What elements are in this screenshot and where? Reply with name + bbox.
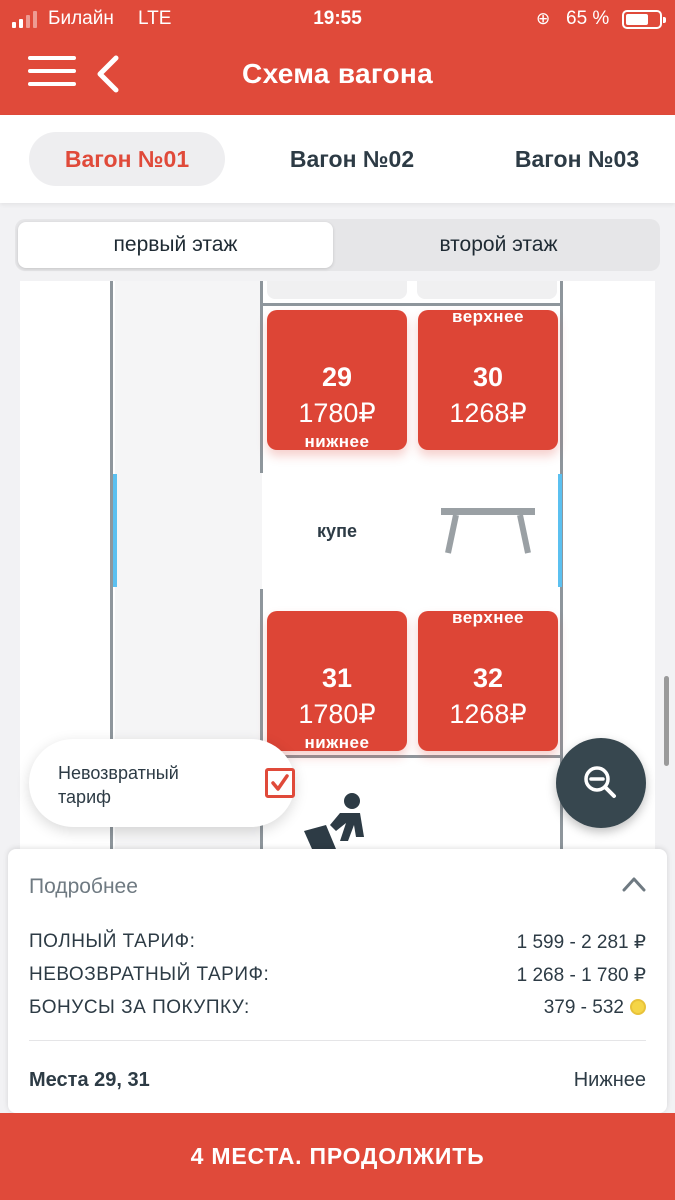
tariff-chip-label: Невозвратный тариф xyxy=(58,763,179,807)
tab-wagon-02[interactable]: Вагон №02 xyxy=(262,132,442,186)
seat-position: нижнее xyxy=(304,733,370,752)
table-icon xyxy=(441,508,535,554)
window-right xyxy=(558,474,562,587)
battery-percent: 65 % xyxy=(566,8,610,29)
floor-toggle: первый этаж второй этаж xyxy=(15,219,660,271)
page-title: Схема вагона xyxy=(242,58,433,89)
seat-position: верхнее xyxy=(452,608,524,627)
wagon-tabs: Вагон №01 Вагон №02 Вагон №03 xyxy=(0,115,675,203)
full-tariff-value: 1 599 - 2 281 ₽ xyxy=(516,932,646,953)
zoom-out-icon xyxy=(584,766,616,798)
non-refundable-tariff-row: НЕВОЗВРАТНЫЙ ТАРИФ: 1 268 - 1 780 ₽ xyxy=(29,964,646,986)
seat-position: нижнее xyxy=(304,432,370,451)
seat-number: 31 xyxy=(321,663,353,693)
seat-30[interactable]: верхнее 30 1268₽ xyxy=(418,307,558,450)
seat-price: 1780₽ xyxy=(298,398,376,428)
seat-number: 30 xyxy=(472,362,504,392)
seat-position: верхнее xyxy=(452,307,524,326)
seat-31[interactable]: 31 1780₽ нижнее xyxy=(267,611,407,752)
seat-number: 32 xyxy=(472,663,504,693)
chevron-up-icon[interactable] xyxy=(621,875,647,893)
scrollbar[interactable] xyxy=(664,676,669,766)
outer-wall-right xyxy=(560,281,563,921)
compartment-label: купе xyxy=(317,521,357,541)
tab-first-floor[interactable]: первый этаж xyxy=(18,222,333,268)
continue-button[interactable]: 4 МЕСТА. ПРОДОЛЖИТЬ xyxy=(0,1113,675,1200)
seat-stub xyxy=(417,281,557,299)
details-panel: Подробнее ПОЛНЫЙ ТАРИФ: 1 599 - 2 281 ₽ … xyxy=(8,849,667,1113)
tab-second-floor[interactable]: второй этаж xyxy=(340,222,657,268)
non-refundable-tariff-value: 1 268 - 1 780 ₽ xyxy=(516,965,646,986)
details-title[interactable]: Подробнее xyxy=(29,875,138,899)
compartment-wall xyxy=(260,303,563,306)
seat-stub xyxy=(267,281,407,299)
selected-places: Места 29, 31 xyxy=(29,1069,150,1091)
rotation-lock-icon: ⊕ xyxy=(536,9,551,28)
window-left xyxy=(113,474,117,587)
status-bar: Билайн LTE 19:55 ⊕ 65 % xyxy=(0,0,675,38)
coin-icon xyxy=(630,999,646,1015)
battery-icon xyxy=(622,10,666,29)
tab-wagon-03[interactable]: Вагон №03 xyxy=(487,132,667,186)
selected-places-position: Нижнее xyxy=(573,1069,646,1091)
bonuses-row: БОНУСЫ ЗА ПОКУПКУ: 379 - 532 xyxy=(29,997,646,1019)
bonuses-value-wrap: 379 - 532 xyxy=(544,997,646,1019)
seat-price: 1268₽ xyxy=(449,398,527,428)
zoom-out-button[interactable] xyxy=(556,738,646,828)
seat-price: 1780₽ xyxy=(298,699,376,729)
full-tariff-label: ПОЛНЫЙ ТАРИФ: xyxy=(29,931,196,952)
app-header: Билайн LTE 19:55 ⊕ 65 % Схема вагона xyxy=(0,0,675,115)
tab-wagon-01[interactable]: Вагон №01 xyxy=(29,132,225,186)
bonuses-label: БОНУСЫ ЗА ПОКУПКУ: xyxy=(29,997,250,1018)
non-refundable-tariff-label: НЕВОЗВРАТНЫЙ ТАРИФ: xyxy=(29,964,270,985)
compartment-wall xyxy=(260,755,563,758)
full-tariff-row: ПОЛНЫЙ ТАРИФ: 1 599 - 2 281 ₽ xyxy=(29,931,646,953)
seat-32[interactable]: верхнее 32 1268₽ xyxy=(418,608,558,751)
divider xyxy=(29,1040,646,1041)
seat-price: 1268₽ xyxy=(449,699,527,729)
non-refundable-tariff-toggle[interactable]: Невозвратный тариф xyxy=(29,739,295,827)
bonuses-value: 379 - 532 xyxy=(543,997,624,1018)
checkbox-checked-icon[interactable] xyxy=(265,768,295,798)
seat-number: 29 xyxy=(321,362,353,392)
wall-partition xyxy=(260,281,263,473)
seat-29[interactable]: 29 1780₽ нижнее xyxy=(267,310,407,451)
